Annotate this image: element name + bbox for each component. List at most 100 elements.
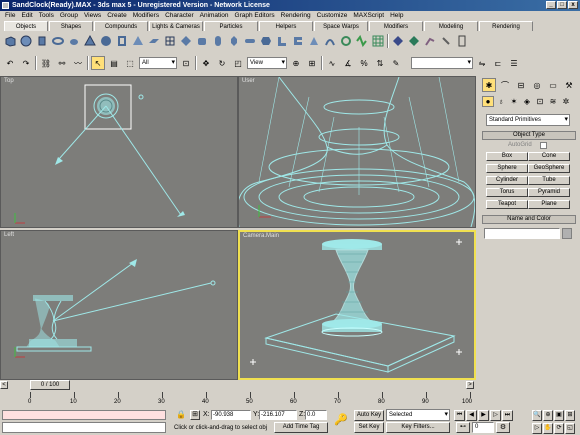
prev-frame-arrow-icon[interactable]: <	[0, 381, 8, 389]
select-move-icon[interactable]: ✥	[199, 56, 213, 70]
object-color-swatch[interactable]	[562, 228, 572, 239]
key-icon[interactable]: 🔑	[332, 413, 350, 429]
menu-rendering[interactable]: Rendering	[278, 11, 314, 21]
menu-help[interactable]: Help	[387, 11, 406, 21]
sphere-object-icon[interactable]	[19, 34, 33, 48]
torus-knot-icon[interactable]	[339, 34, 353, 48]
shapes-category-icon[interactable]: ♁	[495, 96, 507, 107]
tab-compounds[interactable]: Compounds	[94, 21, 148, 31]
minimize-button[interactable]: _	[546, 1, 556, 9]
utilities-panel-icon[interactable]: ⚒	[562, 78, 576, 92]
bind-space-warp-icon[interactable]: 〰	[71, 56, 85, 70]
z-coordinate-field[interactable]: 0.0	[305, 410, 327, 420]
layer-manager-icon[interactable]: ☰	[507, 56, 521, 70]
link-icon[interactable]	[439, 34, 453, 48]
select-by-name-icon[interactable]: ▤	[107, 56, 121, 70]
menu-customize[interactable]: Customize	[314, 11, 351, 21]
y-coordinate-field[interactable]: -216.107	[259, 410, 297, 420]
menu-create[interactable]: Create	[104, 11, 130, 21]
named-selection-sets-dropdown[interactable]	[411, 57, 473, 69]
unlink-icon[interactable]: ⚯	[55, 56, 69, 70]
angle-snap-icon[interactable]: ∡	[341, 56, 355, 70]
tab-modeling[interactable]: Modeling	[424, 21, 478, 31]
field-of-view-icon[interactable]: ▷	[532, 422, 542, 434]
go-to-end-icon[interactable]: ⏭	[502, 410, 513, 421]
maximize-viewport-icon[interactable]: ◱	[565, 422, 575, 434]
torus-button[interactable]: Torus	[486, 188, 528, 197]
primitive-category-dropdown[interactable]: Standard Primitives	[486, 114, 570, 126]
redo-icon[interactable]: ↷	[19, 56, 33, 70]
menu-views[interactable]: Views	[81, 11, 104, 21]
create-panel-icon[interactable]: ✱	[482, 78, 496, 92]
bone-icon[interactable]	[423, 34, 437, 48]
tab-particles[interactable]: Particles	[204, 21, 258, 31]
undo-icon[interactable]: ↶	[3, 56, 17, 70]
object-type-rollout[interactable]: Object Type	[482, 131, 576, 140]
menu-maxscript[interactable]: MAXScript	[350, 11, 387, 21]
menu-character[interactable]: Character	[162, 11, 197, 21]
hose-icon[interactable]	[323, 34, 337, 48]
box-object-icon[interactable]	[3, 34, 17, 48]
axis-constraint-icon[interactable]: ⊞	[305, 56, 319, 70]
geosphere-button[interactable]: GeoSphere	[528, 164, 570, 173]
patch-grid-icon[interactable]	[371, 34, 385, 48]
modify-panel-icon[interactable]: ⌒	[498, 78, 512, 92]
autogrid-checkbox[interactable]	[540, 142, 547, 149]
viewport-top[interactable]: Top	[0, 76, 238, 228]
pan-icon[interactable]: ✋	[543, 422, 553, 434]
name-and-color-rollout[interactable]: Name and Color	[482, 215, 576, 224]
systems-category-icon[interactable]: ✲	[560, 96, 572, 107]
lock-icon[interactable]: 🔒	[176, 410, 186, 420]
named-selection-icon[interactable]: ✎	[389, 56, 403, 70]
key-mode-toggle-icon[interactable]: ⊷	[456, 422, 470, 433]
cone-button[interactable]: Cone	[528, 152, 570, 161]
auto-key-button[interactable]: Auto Key	[354, 410, 384, 421]
ring-wave-icon[interactable]	[355, 34, 369, 48]
pipe-icon[interactable]	[455, 34, 469, 48]
teapot-button[interactable]: Teapot	[486, 200, 528, 209]
absolute-mode-icon[interactable]: ⊞	[190, 410, 200, 420]
tab-rendering[interactable]: Rendering	[479, 21, 533, 31]
cylinder-button[interactable]: Cylinder	[486, 176, 528, 185]
track-bar[interactable]: 0 10 20 30 40 50 60 70 80 90 100	[28, 392, 475, 408]
cylinder-object-icon[interactable]	[35, 34, 49, 48]
tab-space-warps[interactable]: Space Warps	[314, 21, 368, 31]
lights-category-icon[interactable]: ✶	[508, 96, 520, 107]
select-and-link-icon[interactable]: ⛓	[39, 56, 53, 70]
spinner-snap-icon[interactable]: ⇅	[373, 56, 387, 70]
previous-frame-icon[interactable]: ◀	[466, 410, 477, 421]
plane-button[interactable]: Plane	[528, 200, 570, 209]
plane-object-icon[interactable]	[147, 34, 161, 48]
play-icon[interactable]: ▶	[478, 410, 489, 421]
nurbs-curve-icon[interactable]	[407, 34, 421, 48]
window-crossing-icon[interactable]: ⊡	[179, 56, 193, 70]
tab-lights-cameras[interactable]: Lights & Cameras	[149, 21, 203, 31]
rect-selection-icon[interactable]: ⬚	[123, 56, 137, 70]
teapot-object-icon[interactable]	[67, 34, 81, 48]
menu-group[interactable]: Group	[57, 11, 81, 21]
arc-rotate-icon[interactable]: ⟳	[554, 422, 564, 434]
pyramid-object-icon[interactable]	[131, 34, 145, 48]
geosphere-object-icon[interactable]	[99, 34, 113, 48]
chamfer-box-icon[interactable]	[195, 34, 209, 48]
viewport-camera-main[interactable]: Camera.Main	[238, 230, 476, 380]
snap-toggle-icon[interactable]: ∿	[325, 56, 339, 70]
prism-icon[interactable]	[307, 34, 321, 48]
cameras-category-icon[interactable]: ◈	[521, 96, 533, 107]
tab-shapes[interactable]: Shapes	[49, 21, 93, 31]
tab-modifiers[interactable]: Modifiers	[369, 21, 423, 31]
zoom-extents-icon[interactable]: ▣	[554, 410, 564, 421]
time-slider[interactable]: < 0 / 100 >	[0, 380, 476, 390]
align-icon[interactable]: ⊏	[491, 56, 505, 70]
time-config-icon[interactable]: ⚙	[496, 422, 510, 433]
percent-snap-icon[interactable]: %	[357, 56, 371, 70]
next-frame-arrow-icon[interactable]: >	[466, 381, 474, 389]
add-time-tag-button[interactable]: Add Time Tag	[274, 422, 328, 433]
set-key-button[interactable]: Set Key	[354, 422, 384, 433]
key-mode-dropdown[interactable]: Selected	[386, 409, 450, 421]
l-ext-icon[interactable]	[275, 34, 289, 48]
cone-object-icon[interactable]	[83, 34, 97, 48]
tube-object-icon[interactable]	[115, 34, 129, 48]
helpers-category-icon[interactable]: ⊡	[534, 96, 546, 107]
mirror-icon[interactable]: ⇋	[475, 56, 489, 70]
